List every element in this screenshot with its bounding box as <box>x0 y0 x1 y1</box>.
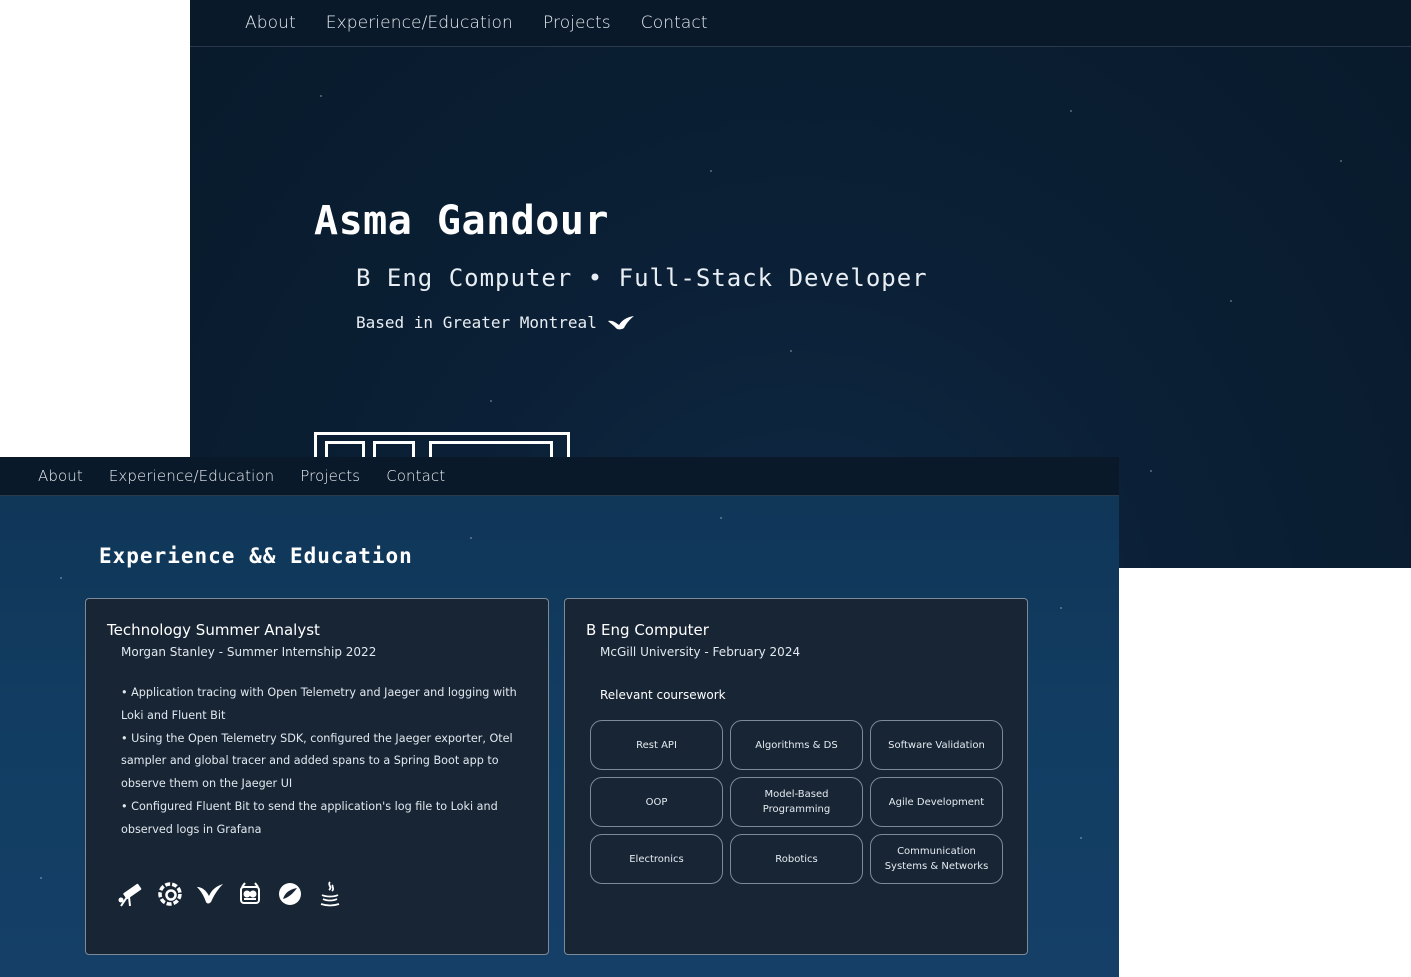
java-icon <box>316 879 344 909</box>
coursework-heading: Relevant coursework <box>600 688 726 702</box>
nav-contact[interactable]: Contact <box>641 13 708 33</box>
fluent-bit-icon <box>196 879 224 909</box>
course-pill: Communication Systems & Networks <box>870 834 1003 884</box>
experience-card: Technology Summer Analyst Morgan Stanley… <box>85 598 549 955</box>
spring-icon <box>276 879 304 909</box>
job-bullet: • Using the Open Telemetry SDK, configur… <box>121 731 513 791</box>
course-grid: Rest API Algorithms & DS Software Valida… <box>590 720 1003 884</box>
course-pill: Model-Based Programming <box>730 777 863 827</box>
star <box>60 577 62 579</box>
location-text: Based in Greater Montreal <box>356 313 597 332</box>
star <box>1070 110 1072 112</box>
job-bullet: • Application tracing with Open Telemetr… <box>121 686 517 722</box>
nav-about[interactable]: About <box>38 467 83 485</box>
telescope-icon <box>116 879 144 909</box>
course-pill: Rest API <box>590 720 723 770</box>
nav-experience-education[interactable]: Experience/Education <box>109 467 274 485</box>
job-title: Technology Summer Analyst <box>107 621 320 639</box>
section-title: Experience && Education <box>99 544 413 568</box>
hero-location: Based in Greater Montreal <box>356 313 635 332</box>
hero-name: Asma Gandour <box>314 198 609 244</box>
star <box>1230 300 1232 302</box>
bird-icon <box>607 314 635 332</box>
nav-projects[interactable]: Projects <box>300 467 360 485</box>
star <box>320 95 322 97</box>
star <box>1150 470 1152 472</box>
hero-subtitle: B Eng Computer • Full-Stack Developer <box>356 264 928 292</box>
nav-about[interactable]: About <box>245 13 296 33</box>
top-navbar: About Experience/Education Projects Cont… <box>190 0 1411 47</box>
course-pill: Software Validation <box>870 720 1003 770</box>
jaeger-icon <box>236 879 264 909</box>
nav-contact[interactable]: Contact <box>386 467 445 485</box>
nav-projects[interactable]: Projects <box>543 13 611 33</box>
job-bullet: • Configured Fluent Bit to send the appl… <box>121 799 498 836</box>
degree-title: B Eng Computer <box>586 621 709 639</box>
star <box>720 517 722 519</box>
grafana-icon <box>156 879 184 909</box>
star <box>1340 160 1342 162</box>
star <box>710 170 712 172</box>
tech-icons <box>116 879 344 909</box>
star <box>490 400 492 402</box>
star <box>790 350 792 352</box>
education-card: B Eng Computer McGill University - Febru… <box>564 598 1028 955</box>
star <box>1080 837 1082 839</box>
star <box>1060 607 1062 609</box>
job-bullets: • Application tracing with Open Telemetr… <box>121 682 526 842</box>
job-org: Morgan Stanley - Summer Internship 2022 <box>121 645 377 659</box>
course-pill: OOP <box>590 777 723 827</box>
course-pill: Robotics <box>730 834 863 884</box>
course-pill: Agile Development <box>870 777 1003 827</box>
nav-experience-education[interactable]: Experience/Education <box>326 13 513 33</box>
course-pill: Algorithms & DS <box>730 720 863 770</box>
experience-navbar: About Experience/Education Projects Cont… <box>0 457 1119 496</box>
experience-window: About Experience/Education Projects Cont… <box>0 457 1119 977</box>
star <box>40 877 42 879</box>
star <box>470 537 472 539</box>
degree-org: McGill University - February 2024 <box>600 645 801 659</box>
course-pill: Electronics <box>590 834 723 884</box>
